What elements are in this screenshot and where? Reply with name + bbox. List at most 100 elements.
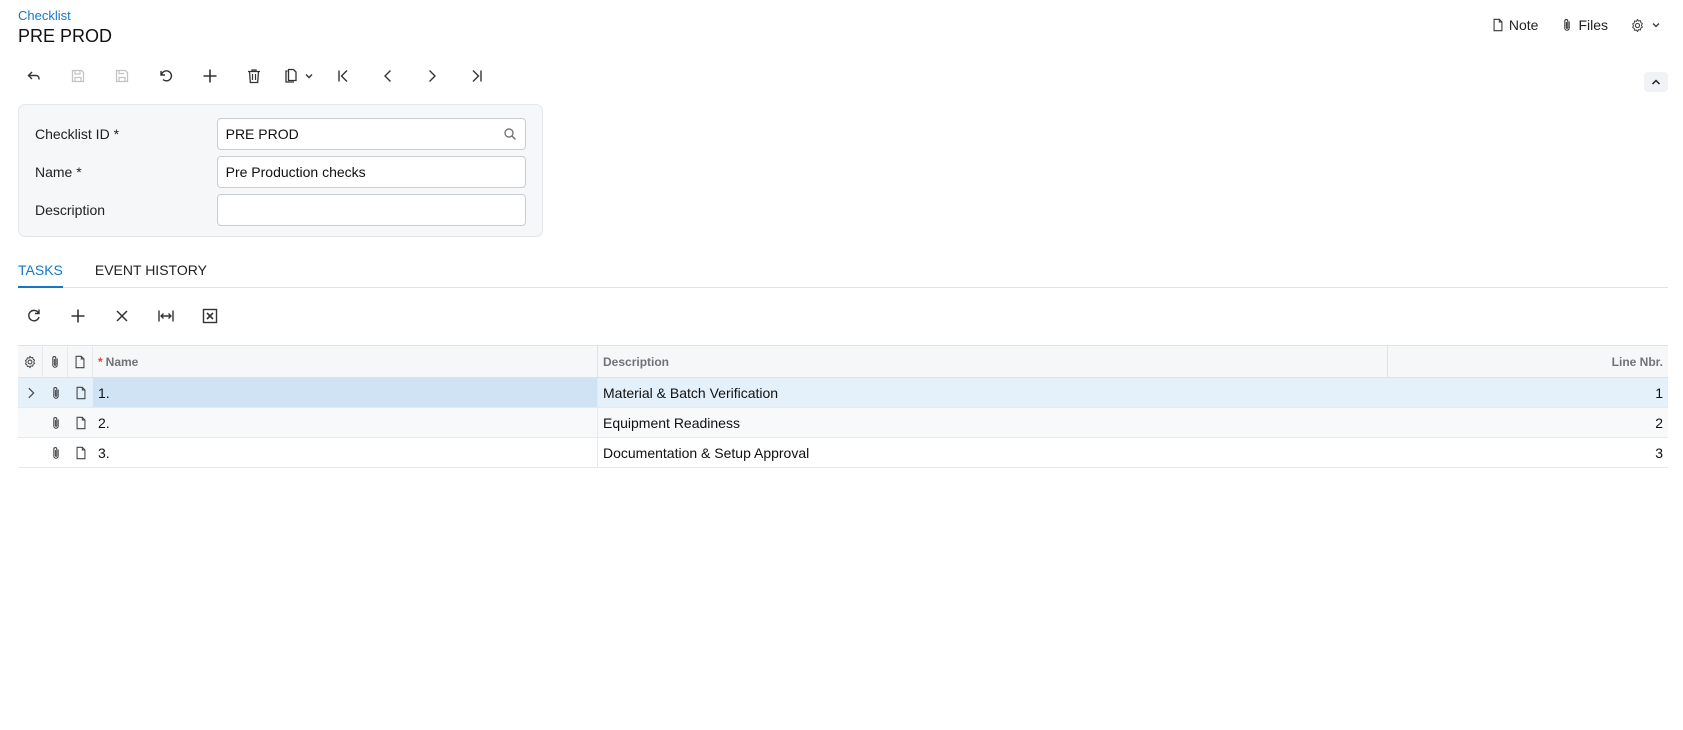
description-cell[interactable]: Documentation & Setup Approval bbox=[598, 438, 1388, 467]
fit-columns-button[interactable] bbox=[150, 302, 182, 330]
row-files-button[interactable] bbox=[43, 438, 68, 467]
row-expand-button[interactable] bbox=[18, 378, 43, 407]
close-icon bbox=[116, 310, 128, 322]
first-record-button[interactable] bbox=[328, 62, 360, 90]
name-cell[interactable]: 3. bbox=[93, 438, 598, 467]
next-record-button[interactable] bbox=[416, 62, 448, 90]
save-button[interactable] bbox=[106, 62, 138, 90]
checklist-id-label: Checklist ID * bbox=[35, 126, 120, 142]
chevron-up-icon bbox=[1651, 79, 1661, 85]
back-button[interactable] bbox=[18, 62, 50, 90]
add-icon bbox=[203, 69, 217, 83]
search-icon[interactable] bbox=[503, 127, 517, 141]
note-icon bbox=[76, 386, 85, 399]
back-icon bbox=[27, 71, 40, 80]
table-row[interactable]: 2. Equipment Readiness 2 bbox=[18, 408, 1668, 438]
row-files-button[interactable] bbox=[43, 378, 68, 407]
cancel-button[interactable] bbox=[150, 62, 182, 90]
table-row[interactable]: 1. Material & Batch Verification 1 bbox=[18, 378, 1668, 408]
grid-header: * Name Description Line Nbr. bbox=[18, 345, 1668, 378]
name-row: Name * Pre Production checks bbox=[35, 155, 526, 189]
delete-button[interactable] bbox=[238, 62, 270, 90]
last-record-icon bbox=[472, 70, 482, 82]
description-label: Description bbox=[35, 202, 106, 218]
row-note-button[interactable] bbox=[68, 378, 93, 407]
name-column-header[interactable]: * Name bbox=[93, 346, 598, 377]
paperclip-icon bbox=[52, 446, 59, 459]
chevron-left-icon bbox=[384, 70, 391, 82]
chevron-right-icon bbox=[429, 70, 436, 82]
row-expand-placeholder bbox=[18, 408, 43, 437]
refresh-button[interactable] bbox=[18, 302, 50, 330]
row-note-button[interactable] bbox=[68, 438, 93, 467]
description-row: Description bbox=[35, 193, 526, 227]
required-mark: * bbox=[98, 354, 103, 369]
checklist-id-field[interactable]: PRE PROD bbox=[216, 118, 526, 150]
gear-icon bbox=[24, 355, 36, 368]
add-button[interactable] bbox=[194, 62, 226, 90]
name-field[interactable]: Pre Production checks bbox=[216, 156, 526, 188]
files-label: Files bbox=[1578, 17, 1608, 33]
line-nbr-cell[interactable]: 3 bbox=[1388, 438, 1668, 467]
chevron-down-icon bbox=[305, 74, 313, 79]
refresh-icon bbox=[28, 309, 40, 322]
row-files-button[interactable] bbox=[43, 408, 68, 437]
collapse-header-button[interactable] bbox=[1644, 72, 1668, 92]
line-nbr-cell[interactable]: 1 bbox=[1388, 378, 1668, 407]
checklist-id-value: PRE PROD bbox=[225, 126, 299, 142]
delete-row-button[interactable] bbox=[106, 302, 138, 330]
name-cell[interactable]: 1. bbox=[93, 378, 598, 407]
checklist-id-row: Checklist ID * PRE PROD bbox=[35, 117, 526, 151]
save-close-button[interactable] bbox=[62, 62, 94, 90]
paperclip-icon bbox=[1564, 19, 1571, 31]
chevron-right-icon bbox=[27, 387, 34, 398]
files-column-header bbox=[43, 346, 68, 377]
name-column-label: Name bbox=[105, 354, 139, 369]
notes-column-header bbox=[68, 346, 93, 377]
last-record-button[interactable] bbox=[460, 62, 492, 90]
table-row[interactable]: 3. Documentation & Setup Approval 3 bbox=[18, 438, 1668, 468]
description-cell[interactable]: Material & Batch Verification bbox=[598, 378, 1388, 407]
note-icon bbox=[1493, 18, 1503, 32]
note-icon bbox=[76, 416, 85, 429]
tab-tasks[interactable]: TASKS bbox=[18, 262, 63, 288]
top-actions: Note Files bbox=[1491, 14, 1683, 36]
breadcrumb[interactable]: Checklist bbox=[18, 8, 71, 23]
description-cell[interactable]: Equipment Readiness bbox=[598, 408, 1388, 437]
description-field[interactable] bbox=[216, 194, 526, 226]
save-close-icon bbox=[71, 69, 85, 83]
fit-to-screen-icon bbox=[158, 310, 174, 322]
tab-event-history[interactable]: EVENT HISTORY bbox=[95, 262, 207, 288]
delete-icon bbox=[248, 69, 260, 84]
note-icon bbox=[76, 446, 85, 459]
excel-icon bbox=[202, 308, 218, 324]
column-settings-button[interactable] bbox=[18, 346, 43, 377]
export-excel-button[interactable] bbox=[194, 302, 226, 330]
chevron-down-icon bbox=[1652, 23, 1660, 28]
summary-form: Checklist ID * PRE PROD Name * Pre Produ… bbox=[18, 104, 543, 237]
line-nbr-cell[interactable]: 2 bbox=[1388, 408, 1668, 437]
note-button[interactable]: Note bbox=[1491, 17, 1538, 33]
settings-menu-button[interactable] bbox=[1630, 18, 1661, 33]
files-button[interactable]: Files bbox=[1560, 17, 1608, 33]
line-nbr-column-header[interactable]: Line Nbr. bbox=[1388, 346, 1668, 377]
grid-toolbar bbox=[18, 302, 238, 330]
paperclip-icon bbox=[52, 386, 59, 399]
add-icon bbox=[71, 309, 85, 323]
tab-bar: TASKS EVENT HISTORY bbox=[18, 262, 1668, 288]
name-label: Name * bbox=[35, 164, 82, 180]
undo-icon bbox=[160, 70, 173, 82]
save-icon bbox=[115, 69, 129, 83]
clipboard-icon bbox=[285, 68, 297, 83]
name-cell[interactable]: 2. bbox=[93, 408, 598, 437]
paperclip-icon bbox=[52, 416, 59, 429]
row-expand-placeholder bbox=[18, 438, 43, 467]
gear-icon bbox=[1632, 18, 1643, 32]
row-note-button[interactable] bbox=[68, 408, 93, 437]
name-value: Pre Production checks bbox=[225, 164, 366, 180]
previous-record-button[interactable] bbox=[372, 62, 404, 90]
add-row-button[interactable] bbox=[62, 302, 94, 330]
description-column-header[interactable]: Description bbox=[598, 346, 1388, 377]
note-icon bbox=[75, 355, 85, 368]
copy-paste-button[interactable] bbox=[282, 67, 314, 85]
